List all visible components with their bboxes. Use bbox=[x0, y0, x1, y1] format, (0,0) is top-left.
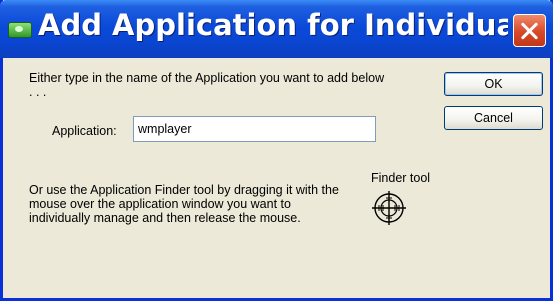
nvidia-app-icon bbox=[8, 22, 32, 38]
finder-instruction-text: Or use the Application Finder tool by dr… bbox=[29, 183, 339, 225]
dialog-content: Either type in the name of the Applicati… bbox=[3, 58, 550, 298]
close-button[interactable] bbox=[513, 14, 546, 47]
cancel-button[interactable]: Cancel bbox=[444, 106, 543, 130]
application-label: Application: bbox=[52, 124, 117, 138]
title-bar[interactable]: Add Application for Individual... bbox=[0, 0, 553, 58]
finder-tool-label: Finder tool bbox=[371, 171, 431, 185]
instruction-text: Either type in the name of the Applicati… bbox=[29, 71, 385, 99]
crosshair-finder-icon[interactable] bbox=[371, 190, 407, 226]
window-title: Add Application for Individual... bbox=[38, 8, 508, 42]
ok-button[interactable]: OK bbox=[444, 72, 543, 96]
dialog-window: Add Application for Individual... Either… bbox=[0, 0, 553, 301]
application-input[interactable] bbox=[133, 116, 376, 142]
close-icon bbox=[521, 22, 538, 39]
